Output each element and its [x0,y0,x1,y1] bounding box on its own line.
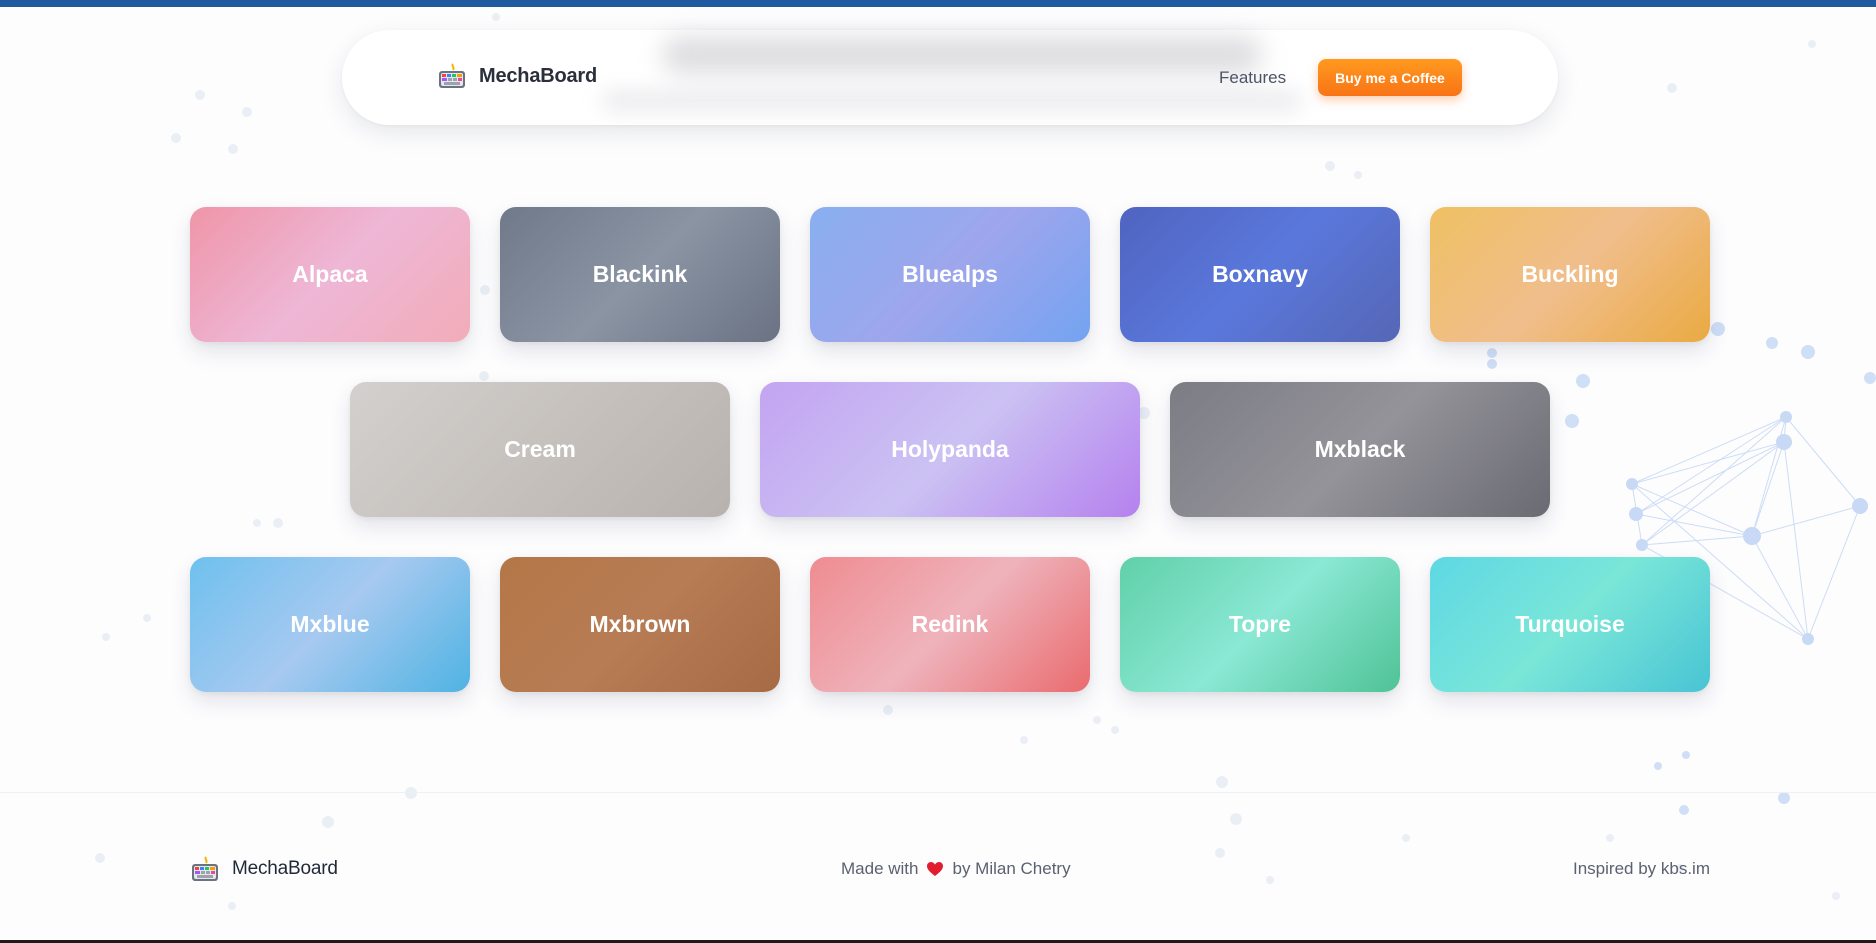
switch-card-mxblue[interactable]: Mxblue [190,557,470,692]
keyboard-icon [192,856,218,881]
brand-name: MechaBoard [479,64,598,87]
switch-card-label: Mxblue [290,611,370,637]
footer-author-link[interactable]: by Milan Chetry [952,859,1070,879]
switch-card-label: Bluealps [902,261,998,287]
footer-inspired-link[interactable]: Inspired by kbs.im [1573,859,1710,879]
switch-card-label: Alpaca [292,261,368,287]
switch-card-label: Redink [911,611,989,637]
switch-card-turquoise[interactable]: Turquoise [1430,557,1710,692]
nav-features-link[interactable]: Features [1219,68,1286,88]
switch-card-label: Turquoise [1515,611,1625,637]
switch-card-boxnavy[interactable]: Boxnavy [1120,207,1400,342]
switch-card-label: Mxblack [1314,436,1406,462]
footer-brand-name: MechaBoard [232,858,338,879]
footer-credit: Made with by Milan Chetry [841,859,1071,879]
switch-card-mxblack[interactable]: Mxblack [1170,382,1550,517]
switch-card-label: Mxbrown [589,611,691,637]
switch-card-label: Holypanda [891,436,1009,462]
blurred-backdrop [662,36,1262,74]
switch-card-bluealps[interactable]: Bluealps [810,207,1090,342]
footer-divider [0,792,1876,793]
switch-card-redink[interactable]: Redink [810,557,1090,692]
switch-card-label: Boxnavy [1212,261,1308,287]
switch-card-buckling[interactable]: Buckling [1430,207,1710,342]
switch-card-label: Cream [504,436,576,462]
page: MechaBoard Features Buy me a Coffee Alpa… [0,0,1876,943]
brand-link[interactable]: MechaBoard [437,61,597,91]
switch-card-label: Blackink [592,261,688,287]
switch-card-holypanda[interactable]: Holypanda [760,382,1140,517]
switch-card-label: Topre [1228,611,1292,637]
switch-card-alpaca[interactable]: Alpaca [190,207,470,342]
site-header: MechaBoard Features Buy me a Coffee [342,30,1558,125]
footer-brand-link[interactable]: MechaBoard [190,854,338,884]
keyboard-icon [439,63,465,88]
blurred-backdrop [602,90,1302,112]
switch-card-blackink[interactable]: Blackink [500,207,780,342]
buy-coffee-button[interactable]: Buy me a Coffee [1318,59,1462,96]
switch-card-topre[interactable]: Topre [1120,557,1400,692]
switch-card-label: Buckling [1521,261,1619,287]
switch-card-cream[interactable]: Cream [350,382,730,517]
switch-card-mxbrown[interactable]: Mxbrown [500,557,780,692]
footer-made-prefix: Made with [841,859,919,878]
heart-icon [927,862,944,876]
